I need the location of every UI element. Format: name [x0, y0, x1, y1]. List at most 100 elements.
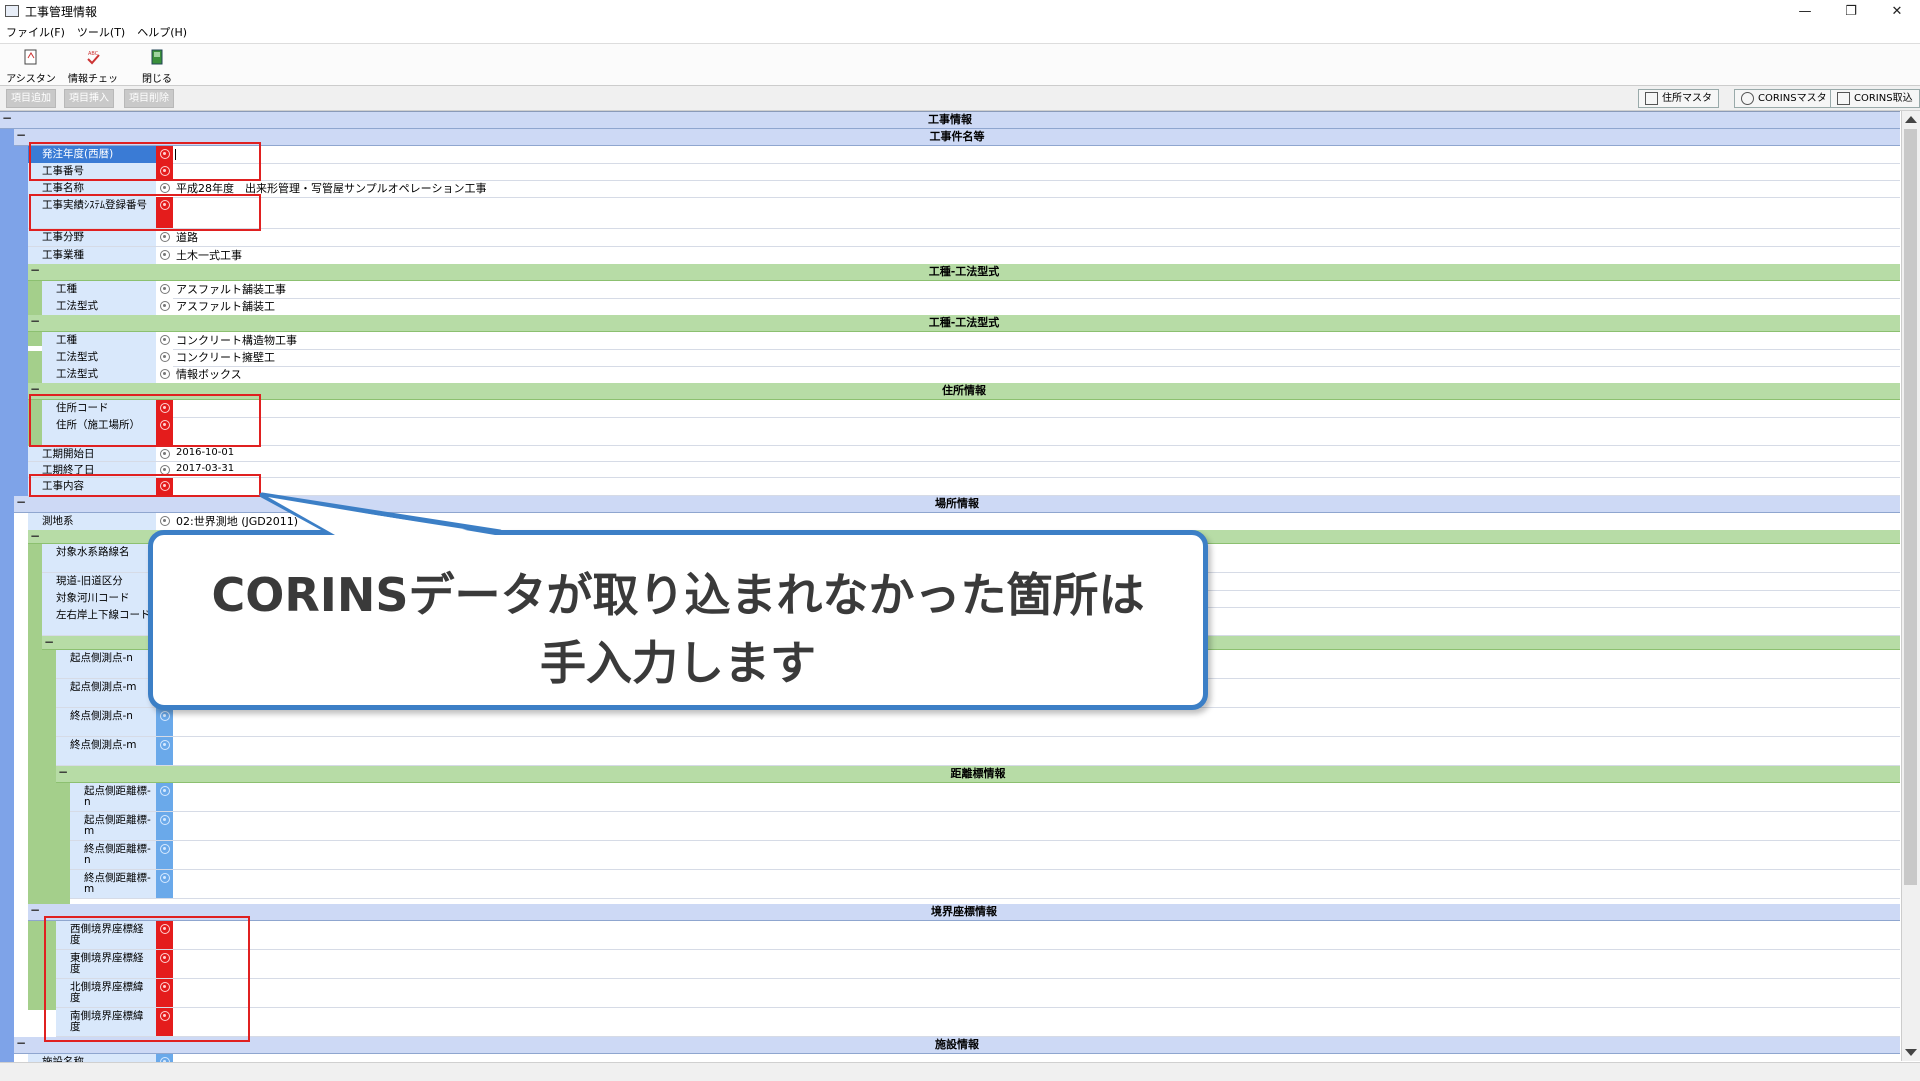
optional-marker — [156, 870, 173, 898]
field-label: 左右岸上下線コード — [42, 607, 156, 635]
collapse-toggle[interactable]: − — [56, 766, 70, 780]
assistant-button[interactable]: アシスタント — [2, 47, 60, 100]
close-window-button[interactable]: ✕ — [1874, 0, 1920, 22]
field-label: 終点側距離標-n — [70, 841, 156, 869]
collapse-toggle[interactable]: − — [0, 112, 14, 126]
section-title: 場所情報 — [935, 497, 979, 510]
collapse-toggle[interactable]: − — [28, 315, 42, 329]
section-title: 施設情報 — [935, 1038, 979, 1051]
kaishi-input[interactable]: 2016-10-01 — [173, 446, 234, 463]
collapse-toggle[interactable]: − — [28, 904, 42, 918]
row-jusho-code: 住所コード — [42, 400, 1900, 418]
row-koho-b1: 工法型式 コンクリート擁壁工 — [42, 349, 1900, 367]
menu-bar: ファイル(F) ツール(T) ヘルプ(H) — [0, 22, 1920, 42]
required-marker — [156, 247, 173, 264]
required-icon — [159, 250, 170, 260]
koji-bunya-input[interactable]: 道路 — [173, 229, 198, 246]
section-title: 工事情報 — [928, 113, 972, 126]
required-icon — [159, 335, 170, 345]
section-title: 境界座標情報 — [931, 905, 997, 918]
close-label: 閉じる — [142, 74, 172, 85]
add-item-button[interactable]: 項目追加 — [6, 89, 56, 108]
kkyori-m-input[interactable] — [173, 812, 176, 829]
scroll-thumb[interactable] — [1904, 129, 1917, 885]
insert-item-button[interactable]: 項目挿入 — [64, 89, 114, 108]
field-label: 工事業種 — [28, 247, 156, 264]
check-icon: ABC — [87, 51, 100, 65]
row-koji-bango: 工事番号 — [28, 163, 1900, 181]
koho-b2-input[interactable]: 情報ボックス — [173, 366, 242, 383]
koho-b1-input[interactable]: コンクリート擁壁工 — [173, 349, 275, 366]
close-button[interactable]: 閉じる — [128, 47, 186, 85]
address-master-label: 住所マスタ — [1662, 93, 1712, 104]
collapse-toggle[interactable]: − — [14, 1037, 28, 1051]
sub-toolbar: 項目追加 項目挿入 項目削除 住所マスタ CORINSマスタ CORINS取込 — [0, 86, 1920, 111]
skyori-n-input[interactable] — [173, 841, 176, 858]
field-label: 起点側距離標-n — [70, 783, 156, 811]
row-shuten-m: 終点側測点-m — [56, 737, 1900, 766]
field-label: 工期開始日 — [28, 446, 156, 461]
scroll-down-icon[interactable] — [1905, 1049, 1917, 1056]
field-label: 終点側距離標-m — [70, 870, 156, 898]
row-shuryo: 工期終了日 2017-03-31 — [28, 462, 1900, 478]
field-label: 現道-旧道区分 — [42, 573, 156, 590]
address-master-button[interactable]: 住所マスタ — [1638, 89, 1719, 108]
optional-icon — [159, 844, 170, 854]
section-title: 工事件名等 — [929, 130, 985, 143]
collapse-toggle[interactable]: − — [28, 264, 42, 278]
status-bar — [0, 1062, 1920, 1081]
koji-gyoshu-input[interactable]: 土木一式工事 — [173, 247, 242, 264]
corins-import-icon — [1837, 92, 1850, 105]
highlight-box — [29, 194, 261, 231]
collapse-toggle[interactable]: − — [14, 129, 28, 143]
corins-import-button[interactable]: CORINS取込 — [1830, 89, 1920, 108]
tree-stripe-basho — [28, 537, 42, 1010]
shuten-m-input[interactable] — [173, 737, 176, 754]
app-icon — [5, 5, 19, 17]
assistant-icon — [24, 49, 37, 65]
required-icon — [159, 232, 170, 242]
scroll-up-icon[interactable] — [1905, 116, 1917, 123]
required-icon — [159, 352, 170, 362]
collapse-toggle[interactable]: − — [28, 530, 42, 544]
required-icon — [159, 449, 170, 459]
close-door-icon — [151, 49, 163, 65]
row-west: 西側境界座標経度 — [56, 921, 1900, 950]
field-label: 測地系 — [28, 513, 156, 530]
menu-file[interactable]: ファイル(F) — [0, 24, 71, 40]
highlight-box — [29, 142, 261, 181]
corins-master-button[interactable]: CORINSマスタ — [1734, 89, 1834, 108]
corins-master-icon — [1741, 92, 1754, 105]
row-kkyori-m: 起点側距離標-m — [70, 812, 1900, 841]
skyori-m-input[interactable] — [173, 870, 176, 887]
row-east: 東側境界座標経度 — [56, 950, 1900, 979]
info-check-button[interactable]: ABC 情報チェック — [64, 47, 122, 100]
minimize-button[interactable]: — — [1782, 0, 1828, 22]
menu-help[interactable]: ヘルプ(H) — [131, 24, 193, 40]
section-kyori: − 距離標情報 — [56, 766, 1900, 783]
koshu-b-input[interactable]: コンクリート構造物工事 — [173, 332, 297, 349]
section-kenmei: − 工事件名等 — [14, 129, 1900, 146]
collapse-toggle[interactable]: − — [42, 636, 56, 650]
row-shuten-n: 終点側測点-n — [56, 708, 1900, 737]
delete-item-button[interactable]: 項目削除 — [124, 89, 174, 108]
row-hacchu-nendo: 発注年度(西暦) — [28, 146, 1900, 164]
kkyori-n-input[interactable] — [173, 783, 176, 800]
field-label: 工法型式 — [42, 349, 156, 366]
shuten-n-input[interactable] — [173, 708, 176, 725]
vertical-scrollbar[interactable] — [1901, 111, 1920, 1061]
highlight-box — [29, 394, 261, 447]
menu-tools[interactable]: ツール(T) — [71, 24, 131, 40]
koshu-a-input[interactable]: アスファルト舗装工事 — [173, 281, 286, 298]
row-south: 南側境界座標緯度 — [56, 1008, 1900, 1037]
field-label: 工事分野 — [28, 229, 156, 246]
callout-line-1: CORINSデータが取り込まれなかった箇所は — [211, 568, 1145, 622]
collapse-toggle[interactable]: − — [14, 496, 28, 510]
koho-a-input[interactable]: アスファルト舗装工 — [173, 298, 275, 315]
window-title: 工事管理情報 — [25, 4, 98, 19]
restore-button[interactable]: ❐ — [1828, 0, 1874, 22]
sokuchi-select[interactable]: 02:世界測地 (JGD2011) — [173, 513, 298, 530]
field-label: 工法型式 — [42, 298, 156, 315]
row-jusho: 住所（施工場所） — [42, 417, 1900, 446]
optional-icon — [159, 786, 170, 796]
